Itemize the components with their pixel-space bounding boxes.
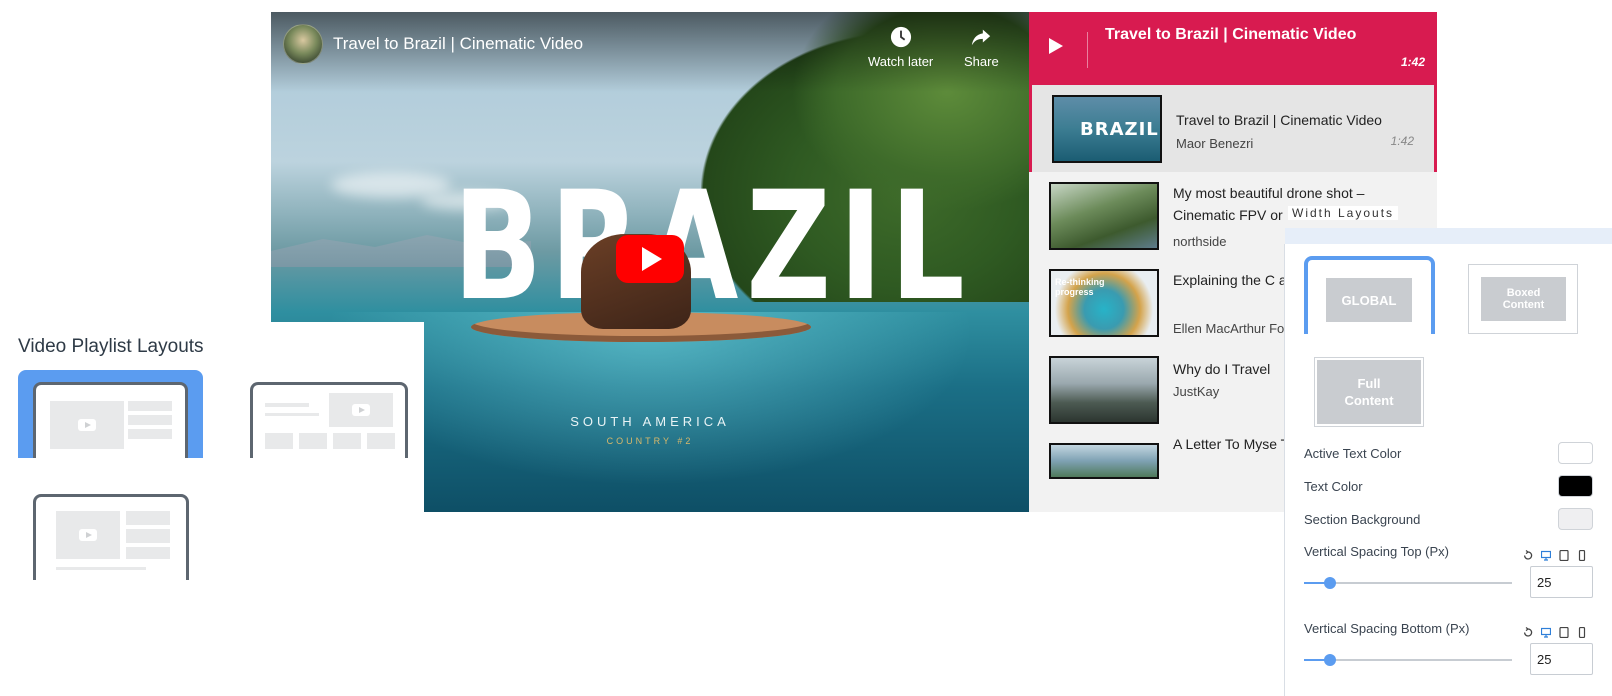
spacing-bottom-slider[interactable] xyxy=(1304,654,1512,666)
preview-carousel-item xyxy=(333,433,361,449)
text-color-swatch[interactable] xyxy=(1558,475,1593,497)
spacing-top-input[interactable] xyxy=(1530,566,1593,598)
share-label: Share xyxy=(964,54,999,69)
reset-icon[interactable] xyxy=(1523,548,1533,560)
youtube-play-button[interactable] xyxy=(616,235,684,283)
active-text-color-swatch[interactable] xyxy=(1558,442,1593,464)
play-icon[interactable] xyxy=(1049,38,1063,54)
preview-video-block xyxy=(329,393,393,427)
watch-later-button[interactable]: Watch later xyxy=(868,26,933,69)
preview-carousel-item xyxy=(367,433,395,449)
spacing-bottom-input[interactable] xyxy=(1530,643,1593,675)
playlist-now-playing-duration: 1:42 xyxy=(1400,55,1425,69)
spacing-top-slider[interactable] xyxy=(1304,577,1512,589)
mobile-icon[interactable] xyxy=(1577,548,1587,562)
playlist-now-playing-title: Travel to Brazil | Cinematic Video xyxy=(1105,26,1357,43)
video-thumbnail xyxy=(1049,443,1159,479)
watch-later-label: Watch later xyxy=(868,54,934,69)
clock-icon xyxy=(890,26,911,48)
playlist-item-author: JustKay xyxy=(1173,384,1220,399)
section-background-label: Section Background xyxy=(1304,512,1421,527)
spacing-bottom-label: Vertical Spacing Bottom (Px) xyxy=(1304,621,1470,636)
play-icon xyxy=(78,419,96,431)
active-text-color-label: Active Text Color xyxy=(1304,446,1402,461)
width-option-label: Boxed Content xyxy=(1481,277,1566,321)
preview-carousel-item xyxy=(265,433,293,449)
layout-option-3[interactable] xyxy=(33,494,189,580)
layout-option-2[interactable] xyxy=(250,382,410,458)
layout-option-1[interactable] xyxy=(18,370,203,458)
layout-preview xyxy=(33,494,189,580)
play-icon xyxy=(352,404,370,416)
width-layouts-title: Width Layouts xyxy=(1288,206,1399,220)
preview-list-row xyxy=(128,415,172,425)
preview-carousel-item xyxy=(299,433,327,449)
playlist-item-author: northside xyxy=(1173,234,1227,249)
device-toggle-group xyxy=(1523,548,1587,562)
tablet-icon[interactable] xyxy=(1559,625,1569,639)
preview-list-row xyxy=(126,547,170,559)
preview-list-row xyxy=(126,529,170,543)
share-arrow-icon xyxy=(972,29,991,46)
desktop-icon[interactable] xyxy=(1540,548,1552,561)
preview-text-line xyxy=(265,403,309,407)
playlist-header: Travel to Brazil | Cinematic Video 1:42 xyxy=(1029,12,1437,85)
preview-list-row xyxy=(128,401,172,411)
slider-handle[interactable] xyxy=(1324,654,1336,666)
video-thumbnail: Re-thinking progress xyxy=(1049,269,1159,337)
video-thumbnail xyxy=(1049,182,1159,250)
preview-text-line xyxy=(56,567,146,570)
layout-preview xyxy=(250,382,408,458)
width-option-global[interactable]: GLOBAL xyxy=(1304,256,1435,334)
preview-video-block xyxy=(50,401,124,449)
desktop-icon[interactable] xyxy=(1540,625,1552,638)
preview-list-row xyxy=(126,511,170,525)
playlist-item-duration: 1:42 xyxy=(1390,134,1414,148)
play-icon xyxy=(642,247,662,271)
playlist-item-author: Ellen MacArthur Fo xyxy=(1173,321,1285,336)
reset-icon[interactable] xyxy=(1523,625,1533,637)
play-icon xyxy=(79,529,97,541)
spacing-top-label: Vertical Spacing Top (Px) xyxy=(1304,544,1449,559)
slider-handle[interactable] xyxy=(1324,577,1336,589)
device-toggle-group xyxy=(1523,625,1587,639)
width-option-label: Full Content xyxy=(1317,360,1421,424)
preview-list-row xyxy=(128,429,172,439)
width-option-full[interactable]: Full Content xyxy=(1314,357,1424,427)
layouts-heading: Video Playlist Layouts xyxy=(18,336,204,357)
thumbnail-text: BRAZIL xyxy=(1080,119,1159,140)
video-thumbnail: BRAZIL xyxy=(1052,95,1162,163)
channel-avatar[interactable] xyxy=(283,24,323,64)
video-thumbnail xyxy=(1049,356,1159,424)
overlay-title-word: BRAZIL xyxy=(453,160,973,334)
playlist-item[interactable]: BRAZIL Travel to Brazil | Cinematic Vide… xyxy=(1029,85,1437,172)
width-option-boxed[interactable]: Boxed Content xyxy=(1468,264,1578,334)
playlist-item-title: Travel to Brazil | Cinematic Video xyxy=(1176,112,1382,128)
thumbnail-text: Re-thinking progress xyxy=(1055,277,1105,297)
text-color-label: Text Color xyxy=(1304,479,1363,494)
width-option-label: GLOBAL xyxy=(1326,278,1412,322)
layout-preview xyxy=(33,382,188,458)
video-title[interactable]: Travel to Brazil | Cinematic Video xyxy=(333,34,583,54)
mobile-icon[interactable] xyxy=(1577,625,1587,639)
playlist-item-author: Maor Benezri xyxy=(1176,136,1254,151)
section-background-swatch[interactable] xyxy=(1558,508,1593,530)
header-divider xyxy=(1087,32,1088,68)
tablet-icon[interactable] xyxy=(1559,548,1569,562)
preview-text-line xyxy=(265,413,319,416)
preview-video-block xyxy=(56,511,120,559)
video-playlist-layouts-panel: Video Playlist Layouts xyxy=(0,322,424,696)
share-button[interactable]: Share xyxy=(964,26,999,69)
